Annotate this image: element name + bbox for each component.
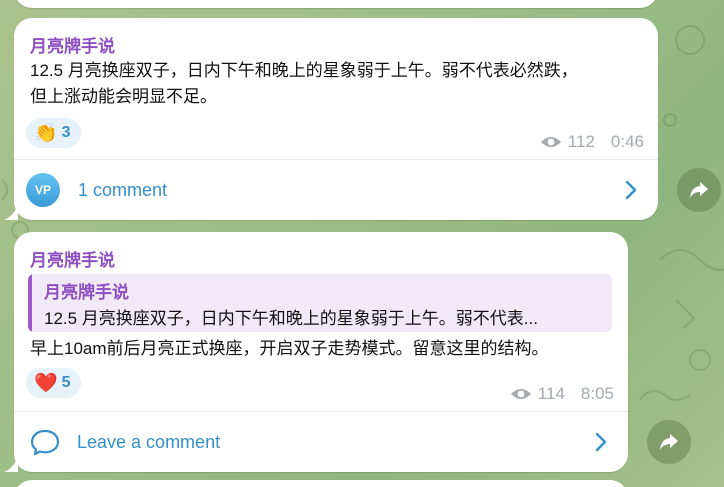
bubble-tail bbox=[4, 204, 18, 220]
reaction-count: 3 bbox=[61, 124, 71, 141]
chevron-right-icon bbox=[595, 432, 607, 452]
heart-icon: ❤️ bbox=[34, 372, 58, 394]
leave-comment-link[interactable]: Leave a comment bbox=[77, 432, 220, 453]
post-time: 8:05 bbox=[580, 384, 614, 403]
view-count-value: 112 bbox=[567, 132, 595, 151]
next-message-bubble bbox=[14, 480, 628, 487]
view-count-value: 114 bbox=[537, 384, 565, 403]
view-count: 114 bbox=[510, 384, 565, 404]
comment-bubble-icon bbox=[30, 429, 60, 456]
post-time: 0:46 bbox=[610, 132, 644, 151]
channel-post: 月亮牌手说 月亮牌手说 12.5 月亮换座双子，日内下午和晚上的星象弱于上午。弱… bbox=[14, 232, 628, 472]
share-button[interactable] bbox=[677, 168, 721, 212]
bubble-tail bbox=[4, 456, 18, 472]
reaction-count: 5 bbox=[61, 374, 71, 391]
post-meta: 112 0:46 bbox=[540, 132, 644, 152]
avatar: VP bbox=[26, 173, 60, 207]
quote-sender-name: 月亮牌手说 bbox=[44, 283, 129, 302]
reply-quote[interactable]: 月亮牌手说 12.5 月亮换座双子，日内下午和晚上的星象弱于上午。弱不代表... bbox=[28, 274, 612, 332]
quote-text: 12.5 月亮换座双子，日内下午和晚上的星象弱于上午。弱不代表... bbox=[44, 309, 538, 328]
reaction-chip[interactable]: ❤️ 5 bbox=[26, 368, 81, 398]
comments-row[interactable]: Leave a comment bbox=[14, 413, 628, 471]
share-icon bbox=[660, 434, 678, 450]
post-meta: 114 8:05 bbox=[510, 384, 614, 404]
eye-icon bbox=[540, 137, 561, 147]
channel-post: 月亮牌手说 12.5 月亮换座双子，日内下午和晚上的星象弱于上午。弱不代表必然跌… bbox=[14, 18, 658, 220]
comments-link[interactable]: 1 comment bbox=[78, 180, 167, 201]
share-button[interactable] bbox=[647, 420, 691, 464]
reaction-chip[interactable]: 👏 3 bbox=[26, 118, 81, 148]
eye-icon bbox=[510, 389, 531, 399]
comments-row[interactable]: VP 1 comment bbox=[14, 161, 658, 219]
divider bbox=[14, 159, 658, 160]
chevron-right-icon bbox=[625, 180, 637, 200]
post-text: 早上10am前后月亮正式换座，开启双子走势模式。留意这里的结构。 bbox=[30, 339, 549, 358]
previous-message-bubble bbox=[14, 0, 658, 8]
post-sender-name[interactable]: 月亮牌手说 bbox=[30, 246, 115, 271]
clapping-hands-icon: 👏 bbox=[34, 122, 58, 144]
share-icon bbox=[690, 182, 708, 198]
quote-accent-bar bbox=[28, 274, 32, 332]
post-sender-name[interactable]: 月亮牌手说 bbox=[30, 32, 115, 57]
view-count: 112 bbox=[540, 132, 595, 152]
post-text: 12.5 月亮换座双子，日内下午和晚上的星象弱于上午。弱不代表必然跌， 但上涨动… bbox=[30, 61, 578, 106]
divider bbox=[14, 411, 628, 412]
